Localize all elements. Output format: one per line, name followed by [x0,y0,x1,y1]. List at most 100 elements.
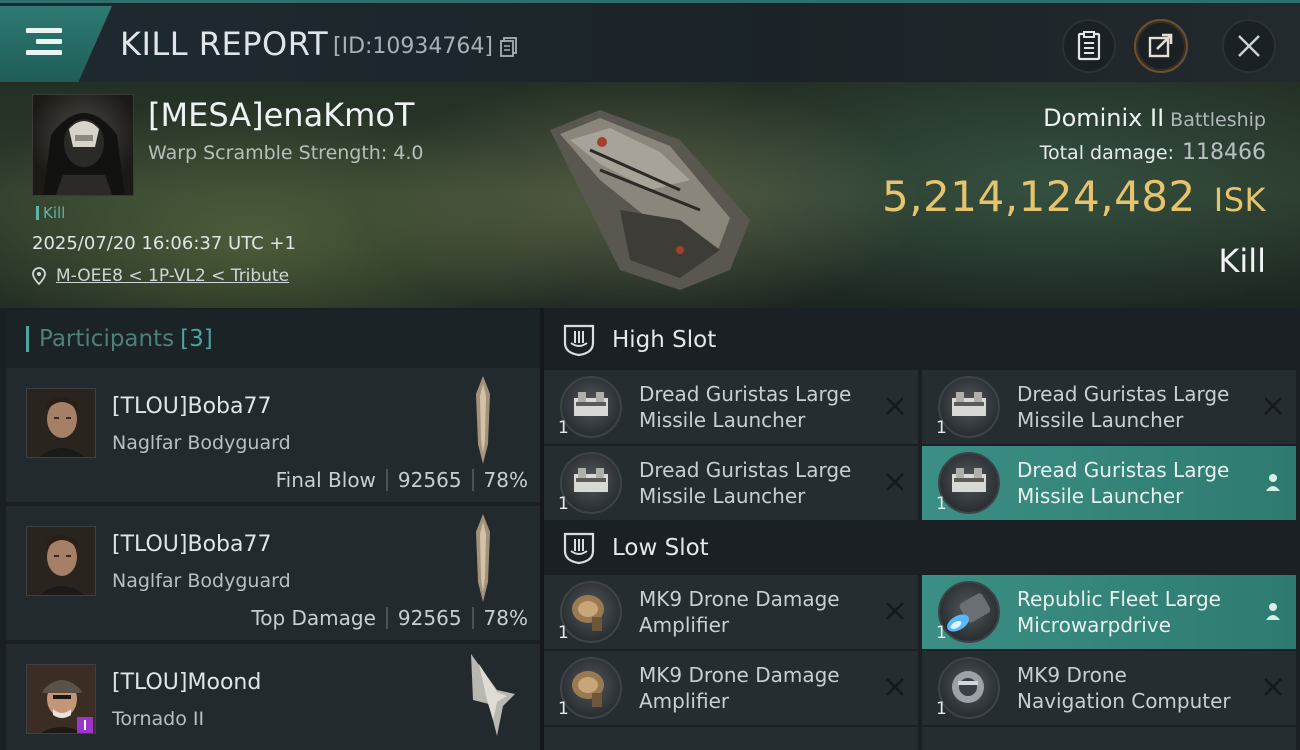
drone-damage-amplifier-icon [560,581,622,643]
header-accent-bar [26,326,29,352]
destroyed-icon [886,397,904,415]
participant-percent: 78% [483,606,528,630]
module-name: MK9 Drone Navigation Computer [1017,663,1231,713]
isk-unit: ISK [1213,181,1266,219]
participants-label: Participants [39,326,175,352]
capped-pilot-avatar [27,665,95,733]
isk-value: 5,214,124,482 ISK [882,172,1266,221]
participant-damage: 92565 [397,468,462,492]
clipboard-icon [1077,31,1101,61]
clipboard-button[interactable] [1062,19,1116,73]
menu-button[interactable] [0,6,112,82]
drone-damage-amplifier-icon [560,657,622,719]
participants-count: [3] [180,326,213,352]
module-quantity: 1 [936,623,947,643]
module-quantity: 1 [558,494,569,514]
event-datetime: 2025/07/20 16:06:37 UTC +1 [32,233,296,254]
share-button[interactable] [1134,19,1188,73]
total-damage: Total damage: 118466 [1040,140,1266,165]
high-slot-icon [563,324,595,357]
destroyed-icon [1264,678,1282,696]
high-slot-label: High Slot [612,327,717,353]
participant-name: [TLOU]Boba77 [112,532,272,557]
divider [385,469,388,491]
dropped-person-icon [1266,603,1280,620]
battleship-render [550,110,750,290]
module-item[interactable]: 1 Republic Fleet Large Microwarpdrive [922,575,1296,649]
module-item[interactable]: 1 Dread Guristas Large Missile Launcher [544,370,918,444]
module-item[interactable]: 1 MK9 Drone Navigation Computer [922,651,1296,725]
divider [471,607,474,629]
participant-stats: Top Damage 92565 78% [251,606,528,630]
participant-role: Top Damage [251,606,376,630]
participants-header[interactable]: Participants [3] [6,310,540,368]
module-name: Dread Guristas Large Missile Launcher [1017,458,1230,508]
destroyed-icon [886,602,904,620]
participant-ship: Naglfar Bodyguard [112,570,291,592]
participant-card[interactable]: [TLOU]Boba77 Naglfar Bodyguard Final Blo… [6,368,540,502]
victim-ship: Dominix II Battleship [1043,104,1266,132]
low-slot-icon [563,532,595,565]
warp-scramble-strength: Warp Scramble Strength: 4.0 [148,142,424,164]
participant-percent: 78% [483,468,528,492]
module-item[interactable]: 1 Dread Guristas Large Missile Launcher [922,446,1296,520]
low-slot-label: Low Slot [612,535,709,561]
destroyed-icon [886,678,904,696]
victim-summary: [MESA]enaKmoT Warp Scramble Strength: 4.… [0,82,1300,308]
participant-role: Final Blow [275,468,376,492]
module-item[interactable]: 1 MK9 Drone Damage Amplifier [544,575,918,649]
dropped-person-icon [1266,474,1280,491]
male-pilot-avatar [27,527,95,595]
module-quantity: 1 [558,623,569,643]
microwarpdrive-icon [938,581,1000,643]
module-quantity: 1 [936,699,947,719]
victim-name: [MESA]enaKmoT [148,96,415,134]
module-item[interactable] [922,727,1296,750]
ship-name[interactable]: Dominix II [1043,104,1164,132]
missile-launcher-icon [560,452,622,514]
module-quantity: 1 [936,418,947,438]
divider [385,607,388,629]
total-damage-label: Total damage: [1039,142,1175,164]
participant-avatar [26,526,96,596]
module-item[interactable]: 1 Dread Guristas Large Missile Launcher [544,446,918,520]
participant-ship: Tornado II [112,708,205,730]
location-text: M-OEE8 < 1P-VL2 < Tribute [56,266,290,286]
close-button[interactable] [1222,19,1276,73]
missile-launcher-icon [938,376,1000,438]
location-link[interactable]: M-OEE8 < 1P-VL2 < Tribute [32,266,289,286]
module-item[interactable]: 1 MK9 Drone Damage Amplifier [544,651,918,725]
module-name: MK9 Drone Damage Amplifier [639,587,840,637]
report-id: [ID:10934764] [333,34,493,59]
missile-launcher-icon [938,452,1000,514]
share-icon [1148,33,1173,58]
event-tag: Kill [36,204,65,222]
participant-name: [TLOU]Moond [112,670,262,695]
destroyed-icon [1264,397,1282,415]
participant-name: [TLOU]Boba77 [112,394,272,419]
module-quantity: 1 [558,418,569,438]
participant-damage: 92565 [397,606,462,630]
participant-avatar [26,388,96,458]
destroyed-icon [886,473,904,491]
copy-icon[interactable] [500,37,518,57]
module-name: MK9 Drone Damage Amplifier [639,663,840,713]
close-icon [1238,35,1260,57]
participants-panel: Participants [3] [TLOU]Boba77 Naglfar Bo… [0,308,540,750]
high-slot-header: High Slot [544,310,1300,370]
isk-amount: 5,214,124,482 [881,172,1196,221]
module-item[interactable] [544,727,918,750]
module-item[interactable]: 1 Dread Guristas Large Missile Launcher [922,370,1296,444]
module-name: Dread Guristas Large Missile Launcher [1017,382,1230,432]
participant-avatar [26,664,96,734]
participant-ship: Naglfar Bodyguard [112,432,291,454]
module-name: Dread Guristas Large Missile Launcher [639,382,852,432]
participant-card[interactable]: [TLOU]Moond Tornado II [6,644,540,750]
kill-status: Kill [1218,242,1266,280]
participant-stats: Final Blow 92565 78% [276,468,528,492]
hamburger-icon [26,28,62,56]
participant-card[interactable]: [TLOU]Boba77 Naglfar Bodyguard Top Damag… [6,506,540,640]
victim-portrait[interactable] [32,94,134,196]
ship-thumbnail [476,376,490,464]
module-quantity: 1 [936,494,947,514]
